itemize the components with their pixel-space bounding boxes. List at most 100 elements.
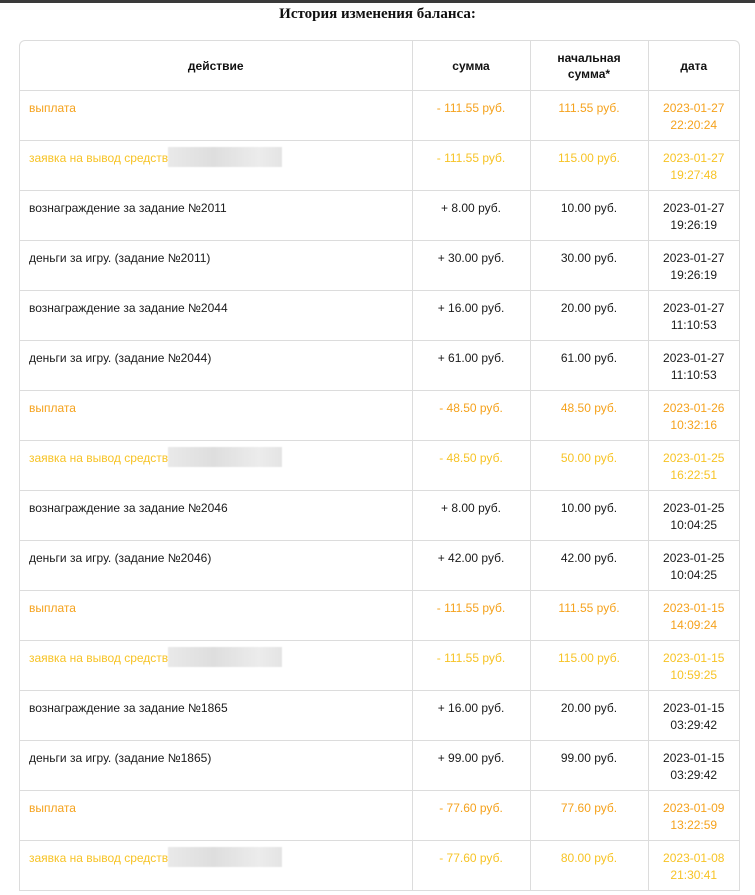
date-text: 2023-01-25	[663, 501, 725, 515]
time-text: 11:10:53	[670, 318, 717, 332]
cell-date: 2023-01-27 22:20:24	[647, 90, 739, 141]
cell-date: 2023-01-25 10:04:25	[647, 540, 739, 591]
date-text: 2023-01-15	[663, 751, 725, 765]
time-text: 03:29:42	[670, 768, 718, 782]
date-text: 2023-01-27	[663, 301, 725, 315]
cell-date: 2023-01-27 19:27:48	[647, 140, 739, 191]
cell-start-amount: 10.00 руб.	[529, 490, 648, 541]
cell-amount: - 48.50 руб.	[411, 440, 530, 491]
cell-date: 2023-01-27 11:10:53	[647, 340, 739, 391]
action-text: вознаграждение за задание №2044	[29, 301, 228, 315]
redacted-details-blur	[168, 647, 283, 668]
balance-history-table: действие сумма начальная сумма* дата вып…	[20, 41, 739, 891]
cell-action: деньги за игру. (задание №2044)	[20, 340, 412, 391]
cell-action: вознаграждение за задание №2011	[20, 190, 412, 241]
date-text: 2023-01-15	[663, 701, 725, 715]
date-text: 2023-01-25	[663, 551, 725, 565]
cell-action: заявка на вывод средств	[20, 140, 412, 191]
date-text: 2023-01-15	[663, 651, 725, 665]
redacted-details-blur	[168, 447, 283, 468]
cell-amount: - 111.55 руб.	[411, 140, 530, 191]
cell-date: 2023-01-09 13:22:59	[647, 790, 739, 841]
cell-amount: + 42.00 руб.	[411, 540, 530, 591]
cell-date: 2023-01-08 21:30:41	[647, 840, 739, 891]
table-row: выплата - 111.55 руб. 111.55 руб. 2023-01-1…	[20, 590, 739, 641]
column-header-action: действие	[20, 41, 412, 91]
action-text: заявка на вывод средств	[29, 151, 169, 165]
cell-amount: - 111.55 руб.	[411, 90, 530, 141]
cell-date: 2023-01-27 19:26:19	[647, 240, 739, 291]
time-text: 19:27:48	[670, 168, 718, 182]
cell-action: деньги за игру. (задание №2011)	[20, 240, 412, 291]
cell-amount: + 16.00 руб.	[411, 290, 530, 341]
cell-action: заявка на вывод средств	[20, 640, 412, 691]
time-text: 13:22:59	[670, 818, 718, 832]
cell-date: 2023-01-26 10:32:16	[647, 390, 739, 441]
cell-action: выплата	[20, 390, 412, 441]
cell-start-amount: 77.60 руб.	[529, 790, 648, 841]
cell-action: вознаграждение за задание №1865	[20, 690, 412, 741]
table-row: вознаграждение за задание №2046 + 8.00 ру…	[20, 490, 739, 541]
cell-action: выплата	[20, 90, 412, 141]
cell-amount: + 16.00 руб.	[411, 690, 530, 741]
time-text: 10:32:16	[670, 418, 718, 432]
cell-start-amount: 115.00 руб.	[529, 640, 648, 691]
table-row: вознаграждение за задание №2044 + 16.00 р…	[20, 290, 739, 341]
action-text: вознаграждение за задание №2011	[29, 201, 227, 215]
table-row: выплата - 48.50 руб. 48.50 руб. 2023-01-26 1…	[20, 390, 739, 441]
cell-amount: + 99.00 руб.	[411, 740, 530, 791]
action-text: деньги за игру. (задание №1865)	[29, 751, 212, 765]
date-text: 2023-01-26	[663, 401, 725, 415]
cell-date: 2023-01-15 03:29:42	[647, 740, 739, 791]
cell-amount: + 61.00 руб.	[411, 340, 530, 391]
table-row: заявка на вывод средств - 77.60 руб. 80.00…	[20, 840, 739, 891]
action-text: заявка на вывод средств	[29, 851, 169, 865]
cell-amount: + 8.00 руб.	[411, 490, 530, 541]
action-text: выплата	[29, 101, 76, 115]
cell-start-amount: 80.00 руб.	[529, 840, 648, 891]
redacted-details-blur	[168, 847, 283, 868]
cell-action: выплата	[20, 790, 412, 841]
cell-start-amount: 99.00 руб.	[529, 740, 648, 791]
cell-amount: - 77.60 руб.	[411, 790, 530, 841]
cell-action: заявка на вывод средств	[20, 840, 412, 891]
cell-action: деньги за игру. (задание №1865)	[20, 740, 412, 791]
table-row: заявка на вывод средств - 48.50 руб. 50.00…	[20, 440, 739, 491]
table-row: деньги за игру. (задание №2046) + 42.00 р…	[20, 540, 739, 591]
time-text: 10:04:25	[670, 568, 718, 582]
time-text: 11:10:53	[670, 368, 717, 382]
table-row: вознаграждение за задание №2011 + 8.00 ру…	[20, 190, 739, 241]
action-text: выплата	[29, 801, 76, 815]
cell-action: заявка на вывод средств	[20, 440, 412, 491]
column-header-start-amount: начальная сумма*	[529, 41, 648, 91]
cell-start-amount: 115.00 руб.	[529, 140, 648, 191]
action-text: заявка на вывод средств	[29, 451, 169, 465]
date-text: 2023-01-27	[663, 251, 725, 265]
cell-amount: - 111.55 руб.	[411, 640, 530, 691]
time-text: 16:22:51	[670, 468, 718, 482]
action-text: вознаграждение за задание №1865	[29, 701, 228, 715]
column-header-start-amount-label: начальная сумма*	[557, 50, 621, 81]
column-header-amount: сумма	[411, 41, 530, 91]
cell-date: 2023-01-15 03:29:42	[647, 690, 739, 741]
column-header-date: дата	[647, 41, 739, 91]
cell-date: 2023-01-25 10:04:25	[647, 490, 739, 541]
action-text: деньги за игру. (задание №2044)	[29, 351, 212, 365]
top-border-bar	[0, 0, 755, 3]
action-text: заявка на вывод средств	[29, 651, 169, 665]
cell-amount: - 77.60 руб.	[411, 840, 530, 891]
cell-start-amount: 42.00 руб.	[529, 540, 648, 591]
redacted-details-blur	[168, 147, 283, 168]
cell-date: 2023-01-15 14:09:24	[647, 590, 739, 641]
table-row: заявка на вывод средств - 111.55 руб. 115.…	[20, 140, 739, 191]
time-text: 22:20:24	[670, 118, 718, 132]
date-text: 2023-01-25	[663, 451, 725, 465]
time-text: 03:29:42	[670, 718, 718, 732]
cell-date: 2023-01-27 19:26:19	[647, 190, 739, 241]
time-text: 19:26:19	[670, 218, 718, 232]
table-row: деньги за игру. (задание №2011) + 30.00 р…	[20, 240, 739, 291]
time-text: 19:26:19	[670, 268, 718, 282]
cell-start-amount: 20.00 руб.	[529, 690, 648, 741]
action-text: вознаграждение за задание №2046	[29, 501, 228, 515]
date-text: 2023-01-27	[663, 351, 725, 365]
